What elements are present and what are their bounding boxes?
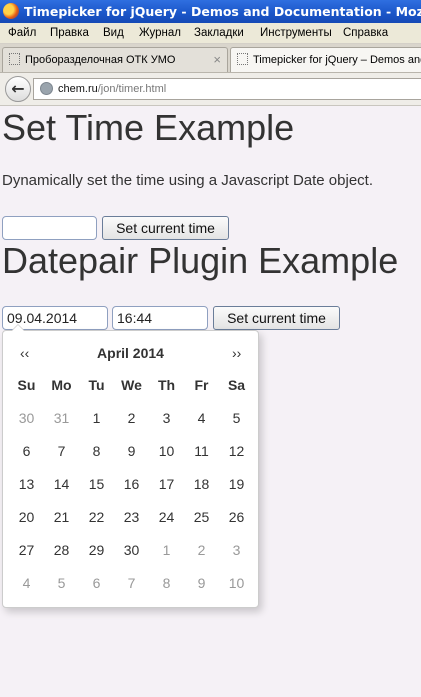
day-cell[interactable]: 11	[184, 439, 219, 472]
day-cell[interactable]: 29	[79, 538, 114, 571]
day-cell[interactable]: 5	[219, 406, 254, 439]
menu-edit[interactable]: Правка	[50, 23, 89, 43]
day-cell[interactable]: 4	[9, 571, 44, 604]
weekday-header: Su	[17, 377, 36, 393]
datepicker-month-title[interactable]: April 2014	[3, 345, 258, 361]
menu-view[interactable]: Вид	[103, 23, 124, 43]
day-cell[interactable]: 1	[79, 406, 114, 439]
weekday-header: We	[121, 377, 142, 393]
day-cell[interactable]: 9	[114, 439, 149, 472]
datepair-set-current-time-button[interactable]: Set current time	[213, 306, 340, 330]
page-icon	[9, 53, 20, 65]
day-cell[interactable]: 18	[184, 472, 219, 505]
day-cell[interactable]: 31	[44, 406, 79, 439]
datepicker: April 2014 ‹‹ ›› Su Mo Tu We Th Fr Sa 30 31 1 2 3 4 5…	[2, 324, 259, 608]
prev-month-icon[interactable]: ‹‹	[20, 345, 29, 361]
day-cell[interactable]: 27	[9, 538, 44, 571]
back-arrow-icon[interactable]: ←	[5, 76, 31, 102]
window-title: Timepicker for jQuery - Demos and Docume…	[24, 4, 421, 19]
menu-tools[interactable]: Инструменты	[260, 23, 332, 43]
set-current-time-button[interactable]: Set current time	[102, 216, 229, 240]
next-month-icon[interactable]: ››	[232, 345, 241, 361]
menu-file[interactable]: Файл	[8, 23, 36, 43]
weekday-header: Sa	[227, 377, 246, 393]
day-cell[interactable]: 2	[114, 406, 149, 439]
day-cell[interactable]: 1	[149, 538, 184, 571]
weekday-header: Fr	[194, 377, 209, 393]
tab-otk-umo[interactable]: Пробоpазделочная ОТК УМО ×	[2, 47, 228, 72]
day-cell[interactable]: 12	[219, 439, 254, 472]
tab-label: Timepicker for jQuery – Demos and Docume…	[253, 54, 421, 66]
day-cell[interactable]: 17	[149, 472, 184, 505]
day-cell[interactable]: 13	[9, 472, 44, 505]
day-cell[interactable]: 20	[9, 505, 44, 538]
page-icon	[237, 53, 248, 65]
menu-help[interactable]: Справка	[343, 23, 388, 43]
window-title-bar: Timepicker for jQuery - Demos and Docume…	[0, 0, 421, 23]
day-cell[interactable]: 10	[149, 439, 184, 472]
day-cell[interactable]: 5	[44, 571, 79, 604]
set-time-description: Dynamically set the time using a Javascr…	[2, 172, 373, 189]
day-cell[interactable]: 7	[44, 439, 79, 472]
day-cell[interactable]: 25	[184, 505, 219, 538]
day-cell[interactable]: 9	[184, 571, 219, 604]
day-cell[interactable]: 10	[219, 571, 254, 604]
url-domain: chem.ru	[58, 83, 98, 95]
address-bar[interactable]: chem.ru/jon/timer.html	[33, 78, 421, 100]
weekday-header: Th	[157, 377, 176, 393]
tab-timepicker[interactable]: Timepicker for jQuery – Demos and Docume…	[230, 47, 421, 72]
day-cell[interactable]: 15	[79, 472, 114, 505]
menu-history[interactable]: Журнал	[139, 23, 181, 43]
day-cell[interactable]: 3	[219, 538, 254, 571]
day-cell[interactable]: 26	[219, 505, 254, 538]
firefox-logo-icon	[3, 3, 19, 19]
datepair-heading: Datepair Plugin Example	[2, 240, 399, 281]
datepicker-caret-inner	[12, 325, 24, 331]
day-cell[interactable]: 24	[149, 505, 184, 538]
menu-bookmarks[interactable]: Закладки	[194, 23, 244, 43]
weekday-header: Mo	[51, 377, 72, 393]
day-cell[interactable]: 21	[44, 505, 79, 538]
day-cell[interactable]: 6	[9, 439, 44, 472]
day-cell[interactable]: 28	[44, 538, 79, 571]
day-cell[interactable]: 8	[149, 571, 184, 604]
tab-label: Пробоpазделочная ОТК УМО	[25, 54, 176, 66]
day-cell[interactable]: 6	[79, 571, 114, 604]
weekday-header: Tu	[88, 377, 105, 393]
menu-bar: Файл Правка Вид Журнал Закладки Инструме…	[0, 23, 421, 44]
day-cell[interactable]: 30	[9, 406, 44, 439]
day-cell[interactable]: 8	[79, 439, 114, 472]
day-cell[interactable]: 22	[79, 505, 114, 538]
day-cell[interactable]: 14	[44, 472, 79, 505]
day-cell[interactable]: 16	[114, 472, 149, 505]
set-time-input[interactable]	[2, 216, 97, 240]
day-cell[interactable]: 4	[184, 406, 219, 439]
set-time-heading: Set Time Example	[2, 107, 295, 148]
day-cell[interactable]: 19	[219, 472, 254, 505]
time-input[interactable]	[112, 306, 208, 330]
tab-strip: Пробоpазделочная ОТК УМО × Timepicker fo…	[0, 44, 421, 73]
navigation-bar: ← chem.ru/jon/timer.html	[0, 73, 421, 106]
day-cell[interactable]: 30	[114, 538, 149, 571]
url-path: /jon/timer.html	[97, 83, 167, 95]
day-cell[interactable]: 3	[149, 406, 184, 439]
day-cell[interactable]: 7	[114, 571, 149, 604]
day-cell[interactable]: 23	[114, 505, 149, 538]
close-tab-icon[interactable]: ×	[213, 48, 221, 72]
day-cell[interactable]: 2	[184, 538, 219, 571]
globe-icon	[40, 82, 53, 95]
